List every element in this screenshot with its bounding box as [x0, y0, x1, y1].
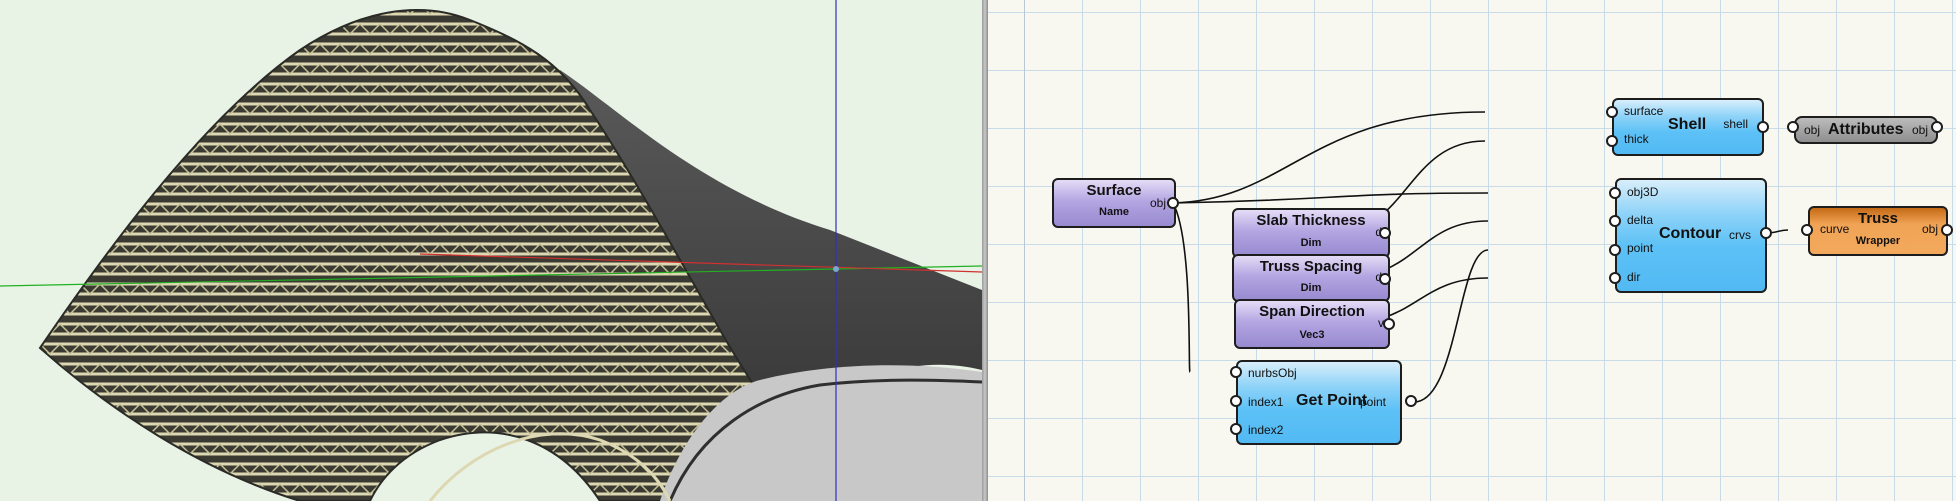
contour-out-port[interactable] — [1760, 227, 1772, 239]
attributes-in-label: obj — [1804, 123, 1821, 137]
getpoint-in-index1-label: index1 — [1248, 395, 1284, 409]
3d-viewport[interactable] — [0, 0, 982, 501]
get-point-title: Get Point — [1296, 392, 1368, 409]
shell-out-port[interactable] — [1757, 121, 1769, 133]
span-direction-subtitle: Vec3 — [1299, 329, 1325, 341]
surface-node[interactable]: Surface Name obj — [1052, 178, 1176, 228]
contour-in-delta-label: delta — [1627, 213, 1654, 227]
contour-in-obj3d-label: obj3D — [1627, 185, 1659, 199]
getpoint-in-nurbsobj-label: nurbsObj — [1248, 366, 1297, 380]
truss-spacing-title: Truss Spacing — [1259, 258, 1363, 275]
shell-node[interactable]: surface thick Shell shell — [1612, 98, 1764, 156]
span-direction-title: Span Direction — [1259, 303, 1365, 320]
slab-thickness-title: Slab Thickness — [1256, 212, 1366, 229]
shell-in-surface-port[interactable] — [1606, 106, 1618, 118]
getpoint-in-index2-port[interactable] — [1230, 423, 1242, 435]
attributes-title: Attributes — [1828, 121, 1904, 138]
viewport-canvas[interactable] — [0, 0, 982, 501]
slab-thickness-subtitle: Dim — [1300, 237, 1322, 249]
span-out-port[interactable] — [1383, 318, 1395, 330]
surface-out-label: obj — [1149, 196, 1166, 210]
truss-in-label: curve — [1820, 222, 1850, 236]
shell-in-surface-label: surface — [1624, 104, 1664, 118]
wire-surface-to-contour — [1172, 192, 1489, 204]
truss-in-port[interactable] — [1801, 224, 1813, 236]
wire-getpoint-to-contour — [1413, 249, 1489, 403]
contour-node[interactable]: obj3D delta point dir Contour crvs — [1615, 178, 1767, 293]
get-point-node[interactable]: nurbsObj index1 index2 Get Point point — [1236, 360, 1402, 445]
wire-surface-to-getpoint — [1172, 202, 1191, 373]
truss-out-port[interactable] — [1941, 224, 1953, 236]
shell-title: Shell — [1668, 116, 1707, 133]
node-graph-canvas[interactable]: Surface Name obj Slab Thickness Dim d Tr… — [988, 0, 1956, 501]
shell-out-label: shell — [1723, 117, 1748, 131]
span-direction-node[interactable]: Span Direction Vec3 v — [1234, 299, 1390, 349]
truss-spacing-subtitle: Dim — [1300, 282, 1322, 294]
contour-in-obj3d-port[interactable] — [1609, 187, 1621, 199]
shell-in-thick-port[interactable] — [1606, 135, 1618, 147]
getpoint-out-label: point — [1359, 395, 1386, 409]
getpoint-in-index2-label: index2 — [1248, 423, 1284, 437]
attributes-out-label: obj — [1911, 123, 1928, 137]
truss-spacing-node[interactable]: Truss Spacing Dim d — [1232, 254, 1390, 302]
getpoint-out-port[interactable] — [1405, 395, 1417, 407]
contour-in-dir-port[interactable] — [1609, 272, 1621, 284]
truss-out-label: obj — [1921, 222, 1938, 236]
spacing-out-port[interactable] — [1379, 273, 1391, 285]
slab-thickness-node[interactable]: Slab Thickness Dim d — [1232, 208, 1390, 258]
getpoint-in-index1-port[interactable] — [1230, 395, 1242, 407]
contour-in-point-port[interactable] — [1609, 244, 1621, 256]
attributes-node[interactable]: obj Attributes obj — [1794, 116, 1938, 144]
contour-in-dir-label: dir — [1627, 270, 1641, 284]
wire-surface-to-shell — [1172, 111, 1486, 204]
contour-out-label: crvs — [1729, 228, 1751, 242]
surface-out-port[interactable] — [1167, 197, 1179, 209]
attributes-in-port[interactable] — [1787, 121, 1799, 133]
contour-in-point-label: point — [1627, 241, 1654, 255]
truss-wrapper-node[interactable]: Truss Wrapper curve obj — [1808, 206, 1948, 256]
contour-in-delta-port[interactable] — [1609, 215, 1621, 227]
getpoint-in-nurbsobj-port[interactable] — [1230, 366, 1242, 378]
origin-marker[interactable] — [833, 266, 839, 272]
attributes-out-port[interactable] — [1931, 121, 1943, 133]
slab-out-port[interactable] — [1379, 227, 1391, 239]
shell-in-thick-label: thick — [1624, 132, 1649, 146]
truss-subtitle: Wrapper — [1855, 235, 1901, 247]
contour-title: Contour — [1659, 225, 1722, 242]
